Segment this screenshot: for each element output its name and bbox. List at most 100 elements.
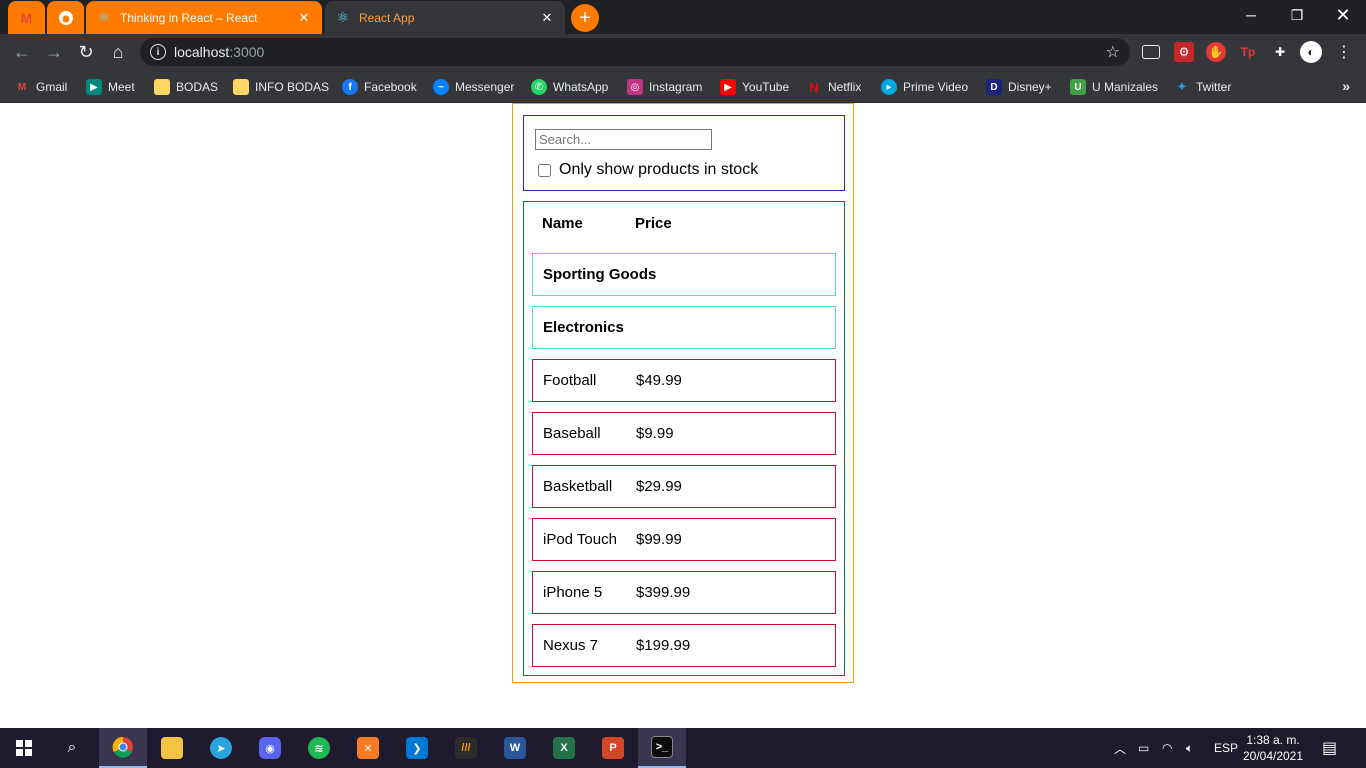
bookmark-star-icon[interactable]: ☆ (1106, 42, 1120, 62)
close-tab-icon[interactable]: ✕ (296, 10, 312, 26)
bookmark-prime-video[interactable]: ▸ Prime Video (881, 76, 968, 98)
page-viewport: Only show products in stock Name Price S… (0, 103, 1366, 728)
bookmark-u-manizales[interactable]: UU Manizales (1070, 76, 1158, 98)
new-tab-button[interactable]: + (571, 4, 599, 32)
bookmark-gmail[interactable]: M Gmail (14, 76, 68, 98)
twitter-icon: ✦ (1176, 79, 1188, 94)
bookmark-instagram[interactable]: ◎ Instagram (627, 76, 702, 98)
category-row-sporting-goods: Sporting Goods (532, 253, 836, 296)
site-info-icon[interactable]: i (150, 44, 166, 60)
menu-kebab-icon[interactable]: ⋮ (1334, 42, 1354, 62)
tab-react-app[interactable]: ⚛ React App ✕ (325, 1, 565, 34)
wifi-icon[interactable]: ◠ (1162, 728, 1172, 768)
minimize-button[interactable]: ─ (1228, 0, 1274, 30)
taskbar-spotify[interactable]: ≋ (295, 728, 343, 768)
taskbar-powerpoint[interactable]: P (589, 728, 637, 768)
taskbar-telegram[interactable]: ➤ (197, 728, 245, 768)
taskbar-excel[interactable]: X (540, 728, 588, 768)
start-button[interactable] (0, 728, 48, 768)
product-price: $29.99 (636, 478, 682, 495)
restore-button[interactable]: ❐ (1274, 0, 1320, 30)
instagram-icon: ◎ (627, 79, 643, 95)
product-name: Basketball (543, 478, 613, 495)
pinned-tab-gmail[interactable]: M (8, 1, 45, 34)
show-hidden-icons-button[interactable]: ︿ (1114, 728, 1126, 768)
tp-extension-icon[interactable]: Tp (1238, 42, 1258, 62)
taskbar-vscode[interactable]: ❯ (393, 728, 441, 768)
search-bar: Only show products in stock (523, 115, 845, 191)
bookmark-info-bodas[interactable]: INFO BODAS (233, 76, 329, 98)
bookmarks-bar: M Gmail ▶ Meet BODAS INFO BODAS f Facebook … (0, 70, 1366, 103)
tab-search-icon[interactable] (1142, 45, 1160, 59)
product-name: Nexus 7 (543, 637, 599, 654)
product-row: Nexus 7 $199.99 (532, 624, 836, 667)
adblock-icon[interactable]: ✋ (1206, 42, 1226, 62)
notifications-icon[interactable]: ▤ (1322, 728, 1337, 768)
address-bar[interactable]: i localhost:3000 ☆ (140, 38, 1130, 66)
bookmark-bodas[interactable]: BODAS (154, 76, 218, 98)
bookmark-facebook[interactable]: f Facebook (342, 76, 417, 98)
tab-title: Thinking in React – React (120, 10, 258, 25)
chrome-icon (112, 736, 133, 758)
whatsapp-icon: ✆ (531, 79, 547, 95)
clock[interactable]: 1:38 a. m. 20/04/2021 (1238, 732, 1308, 764)
bookmarks-overflow-icon[interactable]: » (1342, 78, 1350, 94)
bookmark-meet[interactable]: ▶ Meet (86, 76, 135, 98)
category-label: Electronics (543, 319, 624, 336)
netflix-icon: N (809, 79, 819, 95)
tab-thinking-in-react[interactable]: ⚛ Thinking in React – React ✕ (86, 1, 322, 34)
meet-icon: ▶ (86, 79, 102, 95)
taskbar-xampp[interactable]: ✕ (344, 728, 392, 768)
pinned-tab-github[interactable] (47, 1, 84, 34)
bookmark-youtube[interactable]: ▶ YouTube (720, 76, 789, 98)
taskbar-discord[interactable]: ◉ (246, 728, 294, 768)
category-label: Sporting Goods (543, 266, 657, 283)
powerpoint-icon: P (602, 737, 624, 759)
in-stock-filter[interactable]: Only show products in stock (538, 161, 758, 179)
column-header-name: Name (542, 215, 583, 232)
language-indicator[interactable]: ESP (1214, 728, 1238, 768)
bookmark-disney[interactable]: D Disney+ (986, 76, 1052, 98)
extension-icon[interactable]: ⚙ (1174, 42, 1194, 62)
close-window-button[interactable]: ✕ (1320, 0, 1366, 30)
product-price: $99.99 (636, 531, 682, 548)
product-row: Basketball $29.99 (532, 465, 836, 508)
taskbar-file-explorer[interactable] (148, 728, 196, 768)
column-header-price: Price (635, 215, 672, 232)
profile-avatar[interactable]: ◐ (1300, 41, 1322, 63)
product-row: Football $49.99 (532, 359, 836, 402)
bookmark-twitter[interactable]: ✦ Twitter (1174, 76, 1232, 98)
facebook-icon: f (342, 79, 358, 95)
bookmark-whatsapp[interactable]: ✆ WhatsApp (531, 76, 608, 98)
taskbar-sublime[interactable]: /// (442, 728, 490, 768)
volume-icon[interactable]: 🔈︎ (1186, 728, 1193, 768)
extensions-puzzle-icon[interactable]: ✚ (1270, 42, 1290, 62)
product-row: iPhone 5 $399.99 (532, 571, 836, 614)
u-manizales-icon: U (1070, 79, 1086, 95)
taskbar-search-button[interactable]: ⌕ (48, 728, 96, 768)
search-input[interactable] (535, 129, 712, 150)
word-icon: W (504, 737, 526, 759)
close-tab-icon[interactable]: ✕ (539, 10, 555, 26)
bookmark-netflix[interactable]: N Netflix (806, 76, 861, 98)
forward-button[interactable]: → (40, 38, 68, 66)
bookmark-messenger[interactable]: ~ Messenger (433, 76, 514, 98)
product-price: $399.99 (636, 584, 691, 601)
battery-icon[interactable]: ▭ (1138, 728, 1149, 768)
category-row-electronics: Electronics (532, 306, 836, 349)
taskbar-terminal[interactable]: >_ (638, 728, 686, 768)
search-icon: ⌕ (67, 739, 77, 756)
product-price: $9.99 (636, 425, 674, 442)
taskbar-word[interactable]: W (491, 728, 539, 768)
product-name: Football (543, 372, 597, 389)
github-icon (58, 10, 73, 25)
taskbar-chrome[interactable] (99, 728, 147, 768)
back-button[interactable]: ← (8, 38, 36, 66)
home-button[interactable]: ⌂ (104, 38, 132, 66)
in-stock-checkbox[interactable] (538, 163, 551, 177)
reload-button[interactable]: ↻ (72, 38, 100, 66)
vscode-icon: ❯ (406, 737, 428, 759)
address-host: localhost (174, 44, 230, 60)
windows-taskbar: ⌕ ➤ ◉ ≋ ✕ ❯ /// W X P >_ ︿ ▭ ◠ 🔈︎ ESP 1:… (0, 728, 1366, 768)
folder-icon (154, 79, 170, 95)
